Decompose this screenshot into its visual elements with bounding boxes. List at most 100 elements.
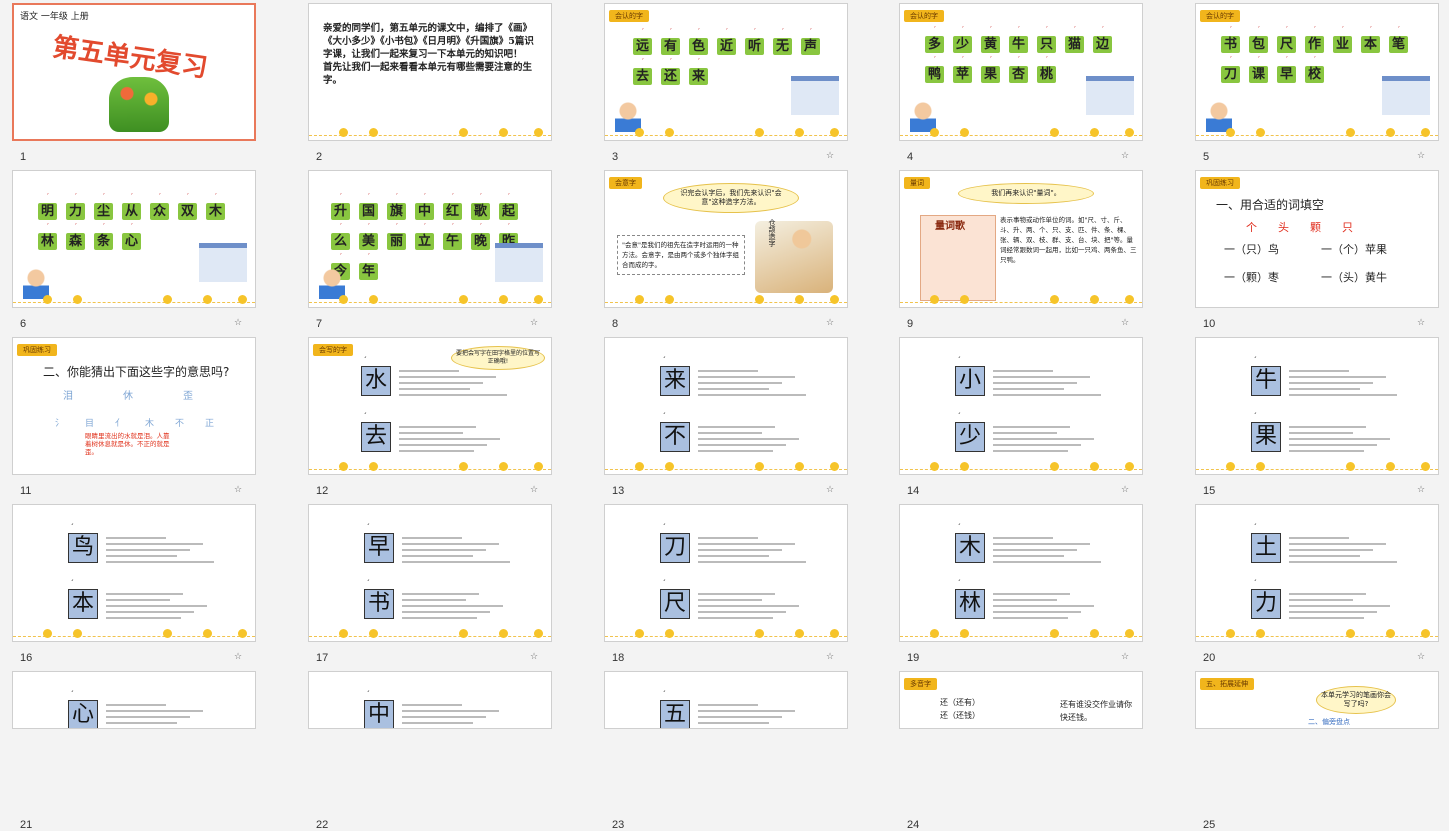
tianzige-char[interactable]: 刀 <box>660 533 690 563</box>
tianzige-char[interactable]: 林 <box>955 589 985 619</box>
tianzige-char[interactable]: 不 <box>660 422 690 452</box>
tianzige-char[interactable]: 本 <box>68 589 98 619</box>
char-card[interactable]: 丽 <box>387 233 406 250</box>
tianzige-char[interactable]: 尺 <box>660 589 690 619</box>
char-card[interactable]: 早 <box>1277 66 1296 83</box>
slide-number[interactable]: 5 <box>1203 151 1209 163</box>
slide-thumbnail-25[interactable]: 五、拓展延伸 本单元学习的笔画你会写了吗? 二、偏旁盘点 <box>1195 671 1439 729</box>
slide-transition-icon[interactable]: ☆ <box>1417 151 1425 161</box>
slide-number[interactable]: 17 <box>316 652 328 664</box>
char-card[interactable]: 近 <box>717 38 736 55</box>
char-card[interactable]: 升 <box>331 203 350 220</box>
slide-number[interactable]: 22 <box>316 819 328 831</box>
char-card[interactable]: 书 <box>1221 36 1240 53</box>
tianzige-char[interactable]: 来 <box>660 366 690 396</box>
char-card[interactable]: 边 <box>1093 36 1112 53</box>
slide-thumbnail-8[interactable]: 会意字 识完会认字后，我们先来认识"会意"这种造字方法。 "会意"是我们的祖先在造字… <box>604 170 848 308</box>
char-card[interactable]: 么 <box>331 233 350 250</box>
char-card[interactable]: 听 <box>745 38 764 55</box>
tianzige-char[interactable]: 心 <box>68 700 98 728</box>
slide-thumbnail-18[interactable]: ˊ刀ˊ尺 <box>604 504 848 642</box>
char-card[interactable]: 杏 <box>1009 66 1028 83</box>
slide-number[interactable]: 6 <box>20 318 26 330</box>
char-card[interactable]: 有 <box>661 38 680 55</box>
slide-number[interactable]: 21 <box>20 819 32 831</box>
char-card[interactable]: 无 <box>773 38 792 55</box>
option-word[interactable]: 只 <box>1342 221 1353 234</box>
option-word[interactable]: 颗 <box>1310 221 1321 234</box>
slide-transition-icon[interactable]: ☆ <box>234 652 242 662</box>
compound-char[interactable]: 休 <box>123 390 133 403</box>
char-card[interactable]: 笔 <box>1389 36 1408 53</box>
char-card[interactable]: 色 <box>689 38 708 55</box>
char-card[interactable]: 桃 <box>1037 66 1056 83</box>
char-card[interactable]: 力 <box>66 203 85 220</box>
char-card[interactable]: 课 <box>1249 66 1268 83</box>
tianzige-char[interactable]: 木 <box>955 533 985 563</box>
char-card[interactable]: 条 <box>94 233 113 250</box>
char-card[interactable]: 远 <box>633 38 652 55</box>
char-card[interactable]: 起 <box>499 203 518 220</box>
slide-thumbnail-6[interactable]: ˊ明ˊ力ˊ尘ˊ从ˊ众ˊ双ˊ木ˊ林ˊ森ˊ条ˊ心 <box>12 170 256 308</box>
char-card[interactable]: 来 <box>689 68 708 85</box>
char-card[interactable]: 众 <box>150 203 169 220</box>
slide-thumbnail-19[interactable]: ˊ木ˊ林 <box>899 504 1143 642</box>
tianzige-char[interactable]: 牛 <box>1251 366 1281 396</box>
slide-number[interactable]: 16 <box>20 652 32 664</box>
slide-transition-icon[interactable]: ☆ <box>1417 318 1425 328</box>
slide-thumbnail-22[interactable]: ˊ中 <box>308 671 552 729</box>
char-card[interactable]: 作 <box>1305 36 1324 53</box>
char-card[interactable]: 猫 <box>1065 36 1084 53</box>
char-card[interactable]: 红 <box>443 203 462 220</box>
tianzige-char[interactable]: 中 <box>364 700 394 728</box>
tianzige-char[interactable]: 少 <box>955 422 985 452</box>
compound-char[interactable]: 泪 <box>63 390 73 403</box>
slide-thumbnail-12[interactable]: 会写的字 ˊ 水 ˊ 去要把会写字在田字格里的位置写正确哦! <box>308 337 552 475</box>
slide-thumbnail-9[interactable]: 量词 我们再来认识"量词"。 量词歌 表示事物或动作单位的词。如"尺、寸、斤、斗、升、… <box>899 170 1143 308</box>
char-card[interactable]: 双 <box>178 203 197 220</box>
char-card[interactable]: 木 <box>206 203 225 220</box>
slide-thumbnail-15[interactable]: ˊ牛ˊ果 <box>1195 337 1439 475</box>
char-card[interactable]: 林 <box>38 233 57 250</box>
char-card[interactable]: 本 <box>1361 36 1380 53</box>
char-card[interactable]: 业 <box>1333 36 1352 53</box>
slide-thumbnail-10[interactable]: 巩固练习 一、用合适的词填空个 头 颗 只一（只）鸟 一（个）苹果 一（颗）枣 一（头）黄牛 <box>1195 170 1439 308</box>
char-card[interactable]: 包 <box>1249 36 1268 53</box>
tianzige-char[interactable]: 果 <box>1251 422 1281 452</box>
slide-transition-icon[interactable]: ☆ <box>530 485 538 495</box>
slide-number[interactable]: 24 <box>907 819 919 831</box>
slide-transition-icon[interactable]: ☆ <box>1121 151 1129 161</box>
slide-thumbnail-7[interactable]: ˊ升ˊ国ˊ旗ˊ中ˊ红ˊ歌ˊ起ˊ么ˊ美ˊ丽ˊ立ˊ午ˊ晚ˊ昨ˊ今ˊ年 <box>308 170 552 308</box>
slide-number[interactable]: 25 <box>1203 819 1215 831</box>
slide-number[interactable]: 4 <box>907 151 913 163</box>
slide-thumbnail-24[interactable]: 多音字 还（还有） 还（还钱） 还有谁没交作业请你快还钱。 <box>899 671 1143 729</box>
slide-number[interactable]: 23 <box>612 819 624 831</box>
slide-transition-icon[interactable]: ☆ <box>234 318 242 328</box>
char-card[interactable]: 从 <box>122 203 141 220</box>
char-card[interactable]: 果 <box>981 66 1000 83</box>
char-card[interactable]: 晚 <box>471 233 490 250</box>
slide-number[interactable]: 12 <box>316 485 328 497</box>
char-card[interactable]: 森 <box>66 233 85 250</box>
slide-thumbnail-4[interactable]: 会认的字 ˊ 多 ˊ 少 ˊ 黄 ˊ 牛 ˊ 只 ˊ 猫 ˊ 边 ˊ 鸭 ˊ 苹 ˊ 果 ˊ 杏 ˊ 桃 <box>899 3 1143 141</box>
slide-thumbnail-20[interactable]: ˊ土ˊ力 <box>1195 504 1439 642</box>
char-card[interactable]: 只 <box>1037 36 1056 53</box>
char-card[interactable]: 尺 <box>1277 36 1296 53</box>
slide-thumbnail-11[interactable]: 巩固练习 二、你能猜出下面这些字的意思吗? 泪 休 歪氵 目 亻 木 不 正眼睛里流出的水就是泪。… <box>12 337 256 475</box>
char-card[interactable]: 年 <box>359 263 378 280</box>
char-card[interactable]: 声 <box>801 38 820 55</box>
tianzige-char[interactable]: 土 <box>1251 533 1281 563</box>
slide-number[interactable]: 3 <box>612 151 618 163</box>
slide-thumbnail-3[interactable]: 会认的字 ˊ 远 ˊ 有 ˊ 色 ˊ 近 ˊ 听 ˊ 无 ˊ 声 ˊ 去 ˊ 还 ˊ 来 <box>604 3 848 141</box>
tianzige-char[interactable]: 书 <box>364 589 394 619</box>
slide-transition-icon[interactable]: ☆ <box>1121 485 1129 495</box>
slide-number[interactable]: 15 <box>1203 485 1215 497</box>
slide-number[interactable]: 18 <box>612 652 624 664</box>
slide-transition-icon[interactable]: ☆ <box>530 318 538 328</box>
slide-thumbnail-17[interactable]: ˊ早ˊ书 <box>308 504 552 642</box>
slide-transition-icon[interactable]: ☆ <box>530 652 538 662</box>
slide-transition-icon[interactable]: ☆ <box>1121 652 1129 662</box>
char-card[interactable]: 午 <box>443 233 462 250</box>
slide-number[interactable]: 19 <box>907 652 919 664</box>
slide-thumbnail-1[interactable]: 语文 一年级 上册 第五单元复习 <box>12 3 256 141</box>
